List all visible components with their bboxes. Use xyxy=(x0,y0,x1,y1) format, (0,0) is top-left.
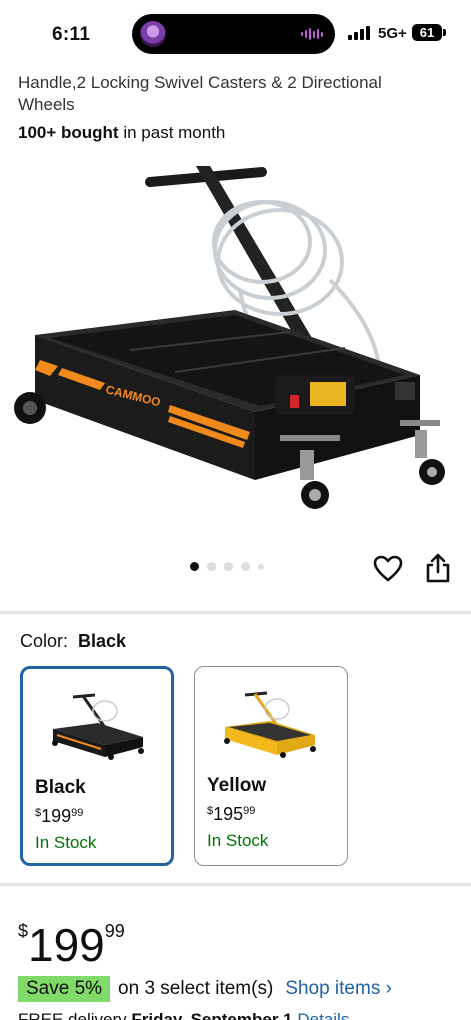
swatch-thumbnail-yellow xyxy=(224,691,316,758)
share-icon[interactable] xyxy=(425,553,451,583)
product-title-line[interactable]: Wheels xyxy=(18,94,75,116)
color-option-stock: In Stock xyxy=(207,831,269,850)
delivery-info: FREE delivery Friday, September 1 Detail… xyxy=(18,1010,349,1020)
section-divider xyxy=(0,611,471,614)
carousel-dot[interactable] xyxy=(241,562,250,571)
color-selected-value: Black xyxy=(78,631,127,651)
price-cents: 99 xyxy=(104,921,125,941)
price-whole: 199 xyxy=(28,919,105,971)
battery-tip xyxy=(443,29,446,36)
status-time: 6:11 xyxy=(52,24,91,45)
color-option-price: $19999 xyxy=(35,806,83,827)
price-currency: $ xyxy=(18,921,29,941)
carousel-dot[interactable] xyxy=(224,562,233,571)
color-option-name: Black xyxy=(35,777,86,798)
bought-count: 100+ bought in past month xyxy=(18,123,225,143)
carousel-dot[interactable] xyxy=(207,562,216,571)
image-carousel-dots[interactable] xyxy=(190,562,264,571)
bought-count-rest: in past month xyxy=(118,123,226,142)
product-image[interactable]: CAMMOO xyxy=(0,150,471,550)
bought-count-bold: 100+ bought xyxy=(18,123,119,142)
carousel-dot[interactable] xyxy=(190,562,199,571)
price-cents: 99 xyxy=(243,805,256,817)
cellular-signal-icon xyxy=(348,26,370,40)
delivery-date: Friday, September 1 xyxy=(131,1010,293,1020)
product-price: $19999 xyxy=(18,906,125,970)
color-option-name: Yellow xyxy=(207,775,267,796)
swatch-thumbnail-black xyxy=(52,693,144,760)
promo-text: on 3 select item(s) xyxy=(118,978,274,999)
price-whole: 199 xyxy=(41,806,72,826)
chevron-right-icon: › xyxy=(385,978,392,999)
section-divider xyxy=(0,883,471,886)
delivery-details-link[interactable]: Details xyxy=(297,1010,349,1020)
color-label: Color: xyxy=(20,631,69,651)
promo-row: Save 5% on 3 select item(s) Shop items › xyxy=(18,976,392,1002)
price-whole: 195 xyxy=(213,804,244,824)
heart-icon[interactable] xyxy=(373,555,403,583)
color-option-stock: In Stock xyxy=(35,833,97,852)
now-playing-artwork-icon xyxy=(140,21,166,47)
color-option-price: $19599 xyxy=(207,804,255,825)
shop-items-link[interactable]: Shop items › xyxy=(285,978,392,1000)
color-option-black[interactable]: Black $19999 In Stock xyxy=(20,666,174,866)
audio-waveform-icon xyxy=(301,28,323,40)
status-bar: 6:11 5G+ 61 xyxy=(0,0,471,64)
save-badge: Save 5% xyxy=(18,976,111,1002)
price-cents: 99 xyxy=(71,807,84,819)
shop-items-label: Shop items xyxy=(285,978,381,999)
product-title-line[interactable]: Handle,2 Locking Swivel Casters & 2 Dire… xyxy=(18,72,382,94)
carousel-dot[interactable] xyxy=(258,563,264,570)
network-type: 5G+ xyxy=(378,25,407,42)
color-selector-label: Color: Black xyxy=(20,631,126,652)
dynamic-island[interactable] xyxy=(132,14,335,54)
color-option-yellow[interactable]: Yellow $19599 In Stock xyxy=(194,666,348,866)
battery-icon: 61 xyxy=(412,24,442,41)
delivery-prefix: FREE delivery xyxy=(18,1010,127,1020)
